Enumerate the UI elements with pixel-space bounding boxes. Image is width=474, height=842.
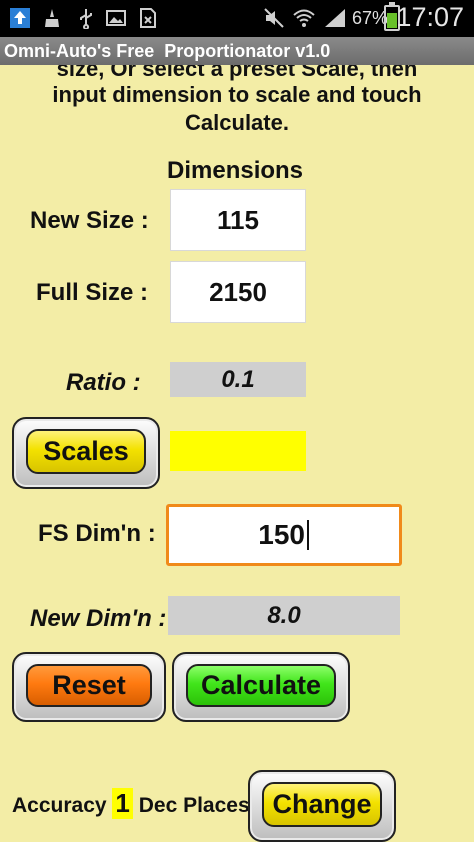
clock: 17:07 — [396, 2, 464, 32]
accuracy-suffix: Dec Places — [138, 794, 250, 817]
status-bar: 67% 17:07 — [0, 0, 474, 37]
reset-button[interactable]: Reset — [12, 652, 166, 722]
calculate-button[interactable]: Calculate — [172, 652, 350, 722]
accuracy-prefix: Accuracy — [12, 794, 107, 817]
main-content: size, Or select a preset Scale, then inp… — [0, 65, 474, 842]
wifi-icon — [292, 6, 316, 30]
new-dim-label: New Dim'n : — [30, 605, 167, 632]
text-caret — [307, 520, 309, 550]
scales-selected-value — [170, 431, 306, 471]
battery-percent: 67% — [352, 8, 389, 28]
ratio-label: Ratio : — [66, 369, 141, 396]
full-size-input[interactable]: 2150 — [170, 261, 306, 323]
new-size-input[interactable]: 115 — [170, 189, 306, 251]
instruction-line-3: Calculate. — [185, 110, 289, 135]
dimensions-header: Dimensions — [167, 157, 304, 184]
app-title-bar: Omni-Auto's Free Proportionator v1.0 — [0, 37, 474, 65]
image-icon — [104, 6, 128, 30]
fs-dim-input[interactable]: 150 — [166, 504, 402, 566]
reset-button-text: Reset — [52, 670, 126, 700]
scales-button-label: Scales — [26, 429, 146, 474]
sim-icon — [136, 6, 160, 30]
cleaner-icon — [40, 6, 64, 30]
ratio-value: 0.1 — [170, 362, 306, 397]
usb-icon — [74, 6, 98, 30]
change-button[interactable]: Change — [248, 770, 396, 842]
scales-button[interactable]: Scales — [12, 417, 160, 489]
accuracy-row: Accuracy 1 Dec Places — [12, 788, 250, 819]
accuracy-value: 1 — [112, 788, 133, 819]
change-button-text: Change — [272, 789, 372, 819]
new-size-label: New Size : — [30, 207, 149, 234]
signal-icon — [322, 6, 348, 30]
full-size-label: Full Size : — [36, 279, 149, 306]
fs-dim-value: 150 — [258, 519, 305, 550]
mute-icon — [262, 6, 286, 30]
calculate-button-face: Calculate — [186, 664, 336, 707]
instruction-line-2: input dimension to scale and touch — [52, 82, 422, 107]
upload-icon — [8, 6, 32, 30]
new-dim-value: 8.0 — [168, 596, 400, 635]
reset-button-face: Reset — [26, 664, 152, 707]
instruction-line-1: size, Or select a preset Scale, then — [56, 65, 418, 81]
fs-dim-label: FS Dim'n : — [38, 520, 156, 547]
change-button-face: Change — [262, 782, 382, 827]
calculate-button-text: Calculate — [200, 670, 322, 700]
scales-button-text: Scales — [43, 436, 129, 466]
